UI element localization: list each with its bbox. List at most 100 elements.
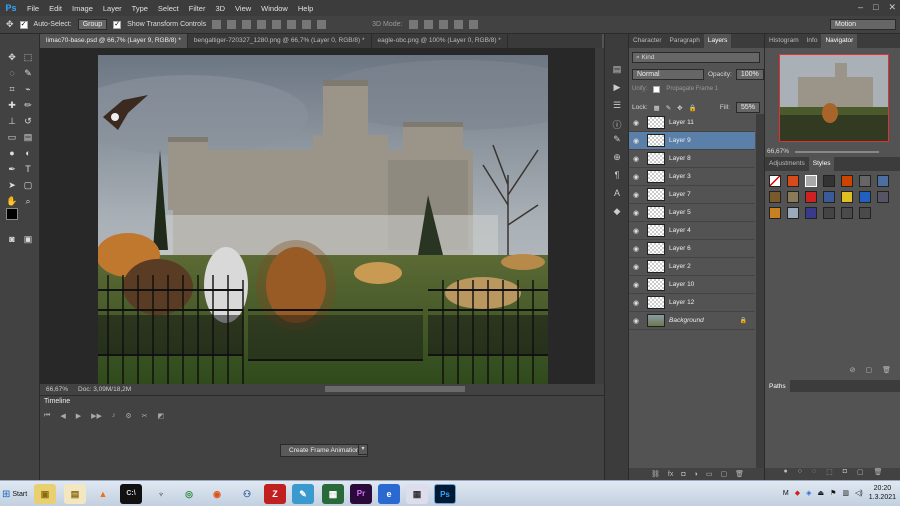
style-swatch[interactable] (787, 207, 799, 219)
style-swatch[interactable] (787, 175, 799, 187)
brush-tool-icon[interactable]: ✏ (22, 100, 34, 110)
distribute-icon[interactable] (302, 20, 312, 29)
align-right-icon[interactable] (287, 20, 297, 29)
3d-scale-icon[interactable] (468, 20, 478, 29)
distribute-h-icon[interactable] (317, 20, 327, 29)
layer-row[interactable]: ◉ Layer 3 (629, 168, 755, 186)
3d-icon[interactable]: ◆ (611, 206, 623, 216)
flag-tray-icon[interactable]: ⚑ (830, 489, 836, 497)
tab-paths[interactable]: Paths (765, 380, 790, 394)
document-canvas[interactable] (98, 55, 548, 385)
clock[interactable]: 20:20 1.3.2021 (869, 484, 896, 502)
3d-pan-icon[interactable] (438, 20, 448, 29)
menu-edit[interactable]: Edit (44, 4, 67, 13)
3d-roll-icon[interactable] (423, 20, 433, 29)
screen-mode-icon[interactable]: ▣ (22, 234, 34, 244)
prev-frame-icon[interactable]: ◀ (60, 412, 65, 420)
make-path-icon[interactable]: ⬚ (826, 468, 833, 480)
brush-presets-icon[interactable]: ✎ (611, 134, 623, 144)
doc-tab-limac[interactable]: limac70-base.psd @ 66,7% (Layer 9, RGB/8… (40, 34, 188, 48)
eye-icon[interactable]: ◉ (629, 317, 643, 325)
style-swatch[interactable] (823, 191, 835, 203)
style-swatch[interactable] (841, 191, 853, 203)
audio-icon[interactable]: ♪ (112, 412, 116, 420)
align-top-icon[interactable] (212, 20, 222, 29)
layer-row[interactable]: ◉ Layer 9 (629, 132, 755, 150)
history-brush-icon[interactable]: ↺ (22, 116, 34, 126)
new-path-icon[interactable]: ▢ (857, 468, 864, 480)
transition-icon[interactable]: ◩ (158, 412, 165, 420)
style-swatch[interactable] (859, 191, 871, 203)
cmd-app-icon[interactable]: C:\ (120, 484, 142, 504)
layer-row[interactable]: ◉ Background 🔒 (629, 312, 755, 330)
link-layers-icon[interactable]: ⛓ (651, 470, 660, 478)
style-swatch[interactable] (805, 207, 817, 219)
clone-source-icon[interactable]: ⊕ (611, 152, 623, 162)
menu-3d[interactable]: 3D (210, 4, 230, 13)
horizontal-scrollbar[interactable] (325, 386, 465, 392)
firefox-app-icon[interactable]: ◉ (206, 484, 228, 504)
settings-icon[interactable]: ⚙ (125, 412, 131, 420)
eye-icon[interactable]: ◉ (629, 263, 643, 271)
healing-tool-icon[interactable]: ✚ (6, 100, 18, 110)
style-swatch[interactable] (823, 207, 835, 219)
propagate-checkbox[interactable] (653, 86, 661, 93)
eye-icon[interactable]: ◉ (629, 245, 643, 253)
lock-position-icon[interactable]: ✥ (677, 104, 682, 112)
calc-app-icon[interactable]: ▦ (406, 484, 428, 504)
delete-style-icon[interactable]: 🗑 (882, 366, 891, 378)
transform-controls-checkbox[interactable]: ✓ (113, 20, 122, 29)
volume-tray-icon[interactable]: ◁) (855, 489, 863, 497)
doc-tab-eagle[interactable]: eagle-obc.png @ 100% (Layer 0, RGB/8) * (372, 34, 508, 48)
actions-icon[interactable]: ▶ (611, 82, 623, 92)
shape-tool-icon[interactable]: ▢ (22, 180, 34, 190)
eyedropper-tool-icon[interactable]: ⌁ (22, 84, 34, 94)
layer-row[interactable]: ◉ Layer 7 (629, 186, 755, 204)
fill-path-icon[interactable]: ● (783, 468, 787, 480)
align-center-icon[interactable] (272, 20, 282, 29)
navigator-zoom[interactable]: 66,67% (767, 148, 789, 155)
quick-mask-icon[interactable]: ◙ (6, 234, 18, 244)
eye-icon[interactable]: ◉ (629, 191, 643, 199)
eye-icon[interactable]: ◉ (629, 227, 643, 235)
marquee-tool-icon[interactable]: ⬚ (22, 52, 34, 62)
move-tool-icon[interactable]: ✥ (6, 19, 14, 30)
add-mask-icon[interactable]: ◘ (843, 468, 847, 480)
status-zoom[interactable]: 66,67% (46, 386, 68, 393)
move-tool-icon[interactable]: ✥ (6, 52, 18, 62)
vertical-scrollbar[interactable] (595, 48, 604, 384)
tab-histogram[interactable]: Histogram (765, 34, 803, 48)
style-swatch[interactable] (805, 175, 817, 187)
fx-icon[interactable]: fx (668, 471, 673, 478)
3d-slide-icon[interactable] (453, 20, 463, 29)
new-layer-icon[interactable]: ▢ (720, 470, 727, 478)
style-swatch-none[interactable] (769, 175, 781, 187)
timeline-tab[interactable]: Timeline (44, 398, 70, 405)
trash-icon[interactable]: 🗑 (874, 468, 883, 480)
navigator-preview[interactable] (779, 54, 889, 142)
adjustment-layer-icon[interactable]: ◑ (694, 471, 698, 478)
first-frame-icon[interactable]: ⏮ (44, 412, 50, 420)
menu-type[interactable]: Type (127, 4, 153, 13)
minimize-icon[interactable]: – (858, 2, 863, 13)
clear-style-icon[interactable]: ⊘ (850, 366, 856, 378)
browser-app-icon[interactable]: e (378, 484, 400, 504)
next-frame-icon[interactable]: ▶▶ (91, 412, 102, 420)
navigator-zoom-slider[interactable] (795, 151, 879, 153)
style-swatch[interactable] (769, 191, 781, 203)
eye-icon[interactable]: ◉ (629, 281, 643, 289)
style-swatch[interactable] (823, 175, 835, 187)
network-tray-icon[interactable]: ▥ (842, 489, 849, 497)
menu-select[interactable]: Select (153, 4, 184, 13)
properties-icon[interactable]: ☰ (611, 100, 623, 110)
dodge-tool-icon[interactable]: ◐ (22, 148, 34, 158)
start-button[interactable]: ⊞ Start (2, 484, 32, 504)
blend-mode-dropdown[interactable]: Normal (632, 69, 704, 80)
tab-info[interactable]: Info (803, 34, 822, 48)
stamp-tool-icon[interactable]: ⊥ (6, 116, 18, 126)
eye-icon[interactable]: ◉ (629, 173, 643, 181)
style-swatch[interactable] (787, 191, 799, 203)
3d-rotate-icon[interactable] (408, 20, 418, 29)
style-swatch[interactable] (841, 175, 853, 187)
tab-adjustments[interactable]: Adjustments (765, 157, 809, 171)
